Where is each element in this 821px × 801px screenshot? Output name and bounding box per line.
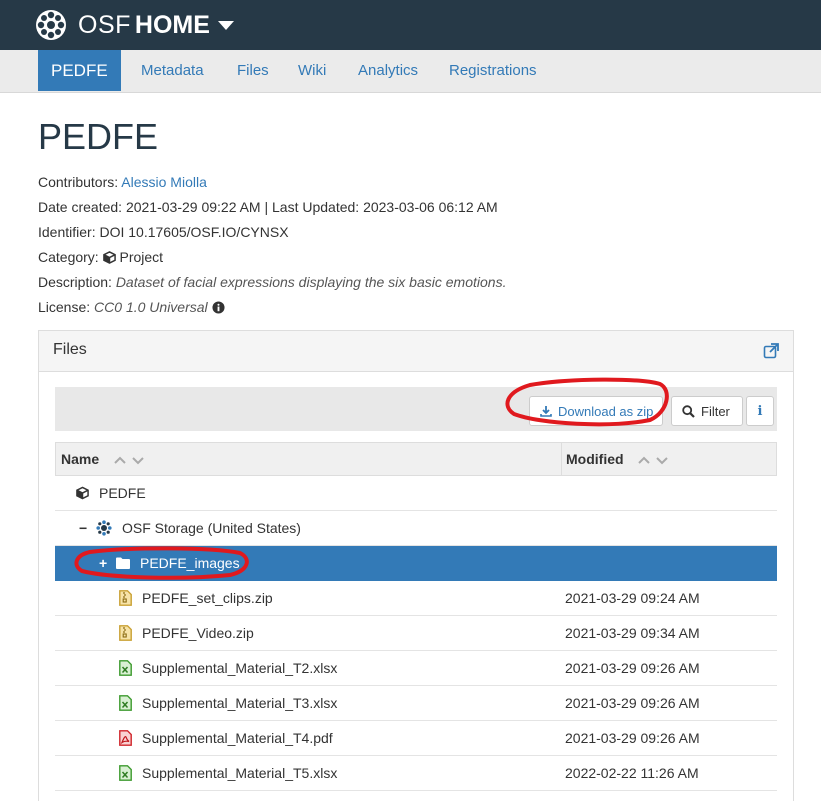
cube-icon xyxy=(76,486,89,500)
row-name: Supplemental_Material_T4.pdf xyxy=(142,730,333,746)
license-line: License: CC0 1.0 Universal xyxy=(38,299,225,315)
column-name-label: Name xyxy=(61,451,100,467)
description-label: Description: xyxy=(38,274,112,290)
row-modified: 2022-02-22 11:26 AM xyxy=(565,765,699,781)
osf-storage-icon xyxy=(96,520,112,536)
license-label: License: xyxy=(38,299,91,315)
brand-osf-text: OSF xyxy=(78,10,131,39)
column-separator xyxy=(561,443,562,475)
row-name: Supplemental_Material_T5.xlsx xyxy=(142,765,338,781)
sort-arrows-icon[interactable] xyxy=(113,454,145,466)
row-modified: 2021-03-29 09:26 AM xyxy=(565,730,700,746)
brand-home-text: HOME xyxy=(134,10,210,39)
caret-down-icon xyxy=(217,20,234,30)
pdf-file-icon xyxy=(119,730,132,746)
excel-file-icon xyxy=(119,660,132,676)
folder-icon xyxy=(116,557,130,569)
tree-row-file[interactable]: PEDFE_set_clips.zip 2021-03-29 09:24 AM xyxy=(55,581,777,616)
collapse-toggle[interactable]: − xyxy=(79,511,87,545)
excel-file-icon xyxy=(119,695,132,711)
row-name: PEDFE_set_clips.zip xyxy=(142,590,273,606)
row-modified: 2021-03-29 09:26 AM xyxy=(565,660,700,676)
tree-row-storage[interactable]: − OSF Storage (United States) xyxy=(55,511,777,546)
row-modified: 2021-03-29 09:24 AM xyxy=(565,590,700,606)
expand-toggle[interactable]: + xyxy=(99,546,107,580)
tab-files[interactable]: Files xyxy=(237,50,269,91)
license-value: CC0 1.0 Universal xyxy=(94,299,208,315)
column-name-header[interactable]: Name xyxy=(61,443,145,475)
dates-line: Date created: 2021-03-29 09:22 AM | Last… xyxy=(38,199,498,215)
files-panel-header: Files xyxy=(39,331,793,372)
category-value: Project xyxy=(119,249,164,265)
tree-row-file[interactable]: Supplemental_Material_T5.xlsx 2022-02-22… xyxy=(55,756,777,791)
description-text: Dataset of facial expressions displaying… xyxy=(115,274,507,290)
top-navbar: OSF HOME xyxy=(0,0,821,50)
tree-row-folder-selected[interactable]: + PEDFE_images xyxy=(55,546,777,581)
tab-wiki[interactable]: Wiki xyxy=(298,50,326,91)
row-name: PEDFE_images xyxy=(140,555,240,571)
info-circle-icon[interactable] xyxy=(212,301,225,314)
row-modified: 2021-03-29 09:26 AM xyxy=(565,695,700,711)
info-button[interactable]: i xyxy=(746,396,774,426)
excel-file-icon xyxy=(119,765,132,781)
files-panel-title: Files xyxy=(53,341,87,358)
project-nav: PEDFE Metadata Files Wiki Analytics Regi… xyxy=(0,50,821,93)
tree-row-file[interactable]: PEDFE_Video.zip 2021-03-29 09:34 AM xyxy=(55,616,777,651)
download-zip-button[interactable]: Download as zip xyxy=(529,396,663,426)
search-icon xyxy=(682,404,695,418)
osf-home-menu[interactable]: OSF HOME xyxy=(34,9,234,41)
contributors-line: Contributors: Alessio Miolla xyxy=(38,174,207,190)
page-title: PEDFE xyxy=(38,116,159,157)
contributors-label: Contributors: xyxy=(38,174,119,190)
row-name: Supplemental_Material_T2.xlsx xyxy=(142,660,338,676)
category-label: Category: xyxy=(38,249,99,265)
osf-logo-icon xyxy=(36,10,66,40)
tree-row-file[interactable]: Supplemental_Material_T3.xlsx 2021-03-29… xyxy=(55,686,777,721)
tab-metadata[interactable]: Metadata xyxy=(141,50,204,91)
category-line: Category: Project xyxy=(38,249,163,265)
row-name: OSF Storage (United States) xyxy=(122,520,301,536)
files-toolbar: Download as zip Filter i xyxy=(55,387,777,431)
external-link-icon[interactable] xyxy=(763,343,779,359)
column-modified-label: Modified xyxy=(566,451,624,467)
tab-project[interactable]: PEDFE xyxy=(38,50,121,91)
tree-row-file[interactable]: Supplemental_Material_T4.pdf 2021-03-29 … xyxy=(55,721,777,756)
row-modified: 2021-03-29 09:34 AM xyxy=(565,625,700,641)
cube-icon xyxy=(102,251,116,264)
row-name: Supplemental_Material_T3.xlsx xyxy=(142,695,338,711)
filter-button[interactable]: Filter xyxy=(671,396,743,426)
row-name: PEDFE xyxy=(99,485,146,501)
zip-file-icon xyxy=(119,625,132,641)
row-name: PEDFE_Video.zip xyxy=(142,625,254,641)
download-icon xyxy=(540,406,552,417)
identifier-line: Identifier: DOI 10.17605/OSF.IO/CYNSX xyxy=(38,224,289,240)
description-line: Description: Dataset of facial expressio… xyxy=(38,274,506,290)
files-panel: Files Download as zip Filter i Name Modi… xyxy=(38,330,794,801)
column-modified-header[interactable]: Modified xyxy=(566,443,669,475)
filter-label: Filter xyxy=(701,403,730,419)
sort-arrows-icon[interactable] xyxy=(637,454,669,466)
tab-registrations[interactable]: Registrations xyxy=(449,50,537,91)
tree-row-file[interactable]: Supplemental_Material_T2.xlsx 2021-03-29… xyxy=(55,651,777,686)
zip-file-icon xyxy=(119,590,132,606)
download-zip-label: Download as zip xyxy=(558,403,654,419)
contributor-link[interactable]: Alessio Miolla xyxy=(121,174,207,190)
tab-analytics[interactable]: Analytics xyxy=(358,50,418,91)
files-table-header: Name Modified xyxy=(55,442,777,476)
tree-row-project[interactable]: PEDFE xyxy=(55,476,777,511)
